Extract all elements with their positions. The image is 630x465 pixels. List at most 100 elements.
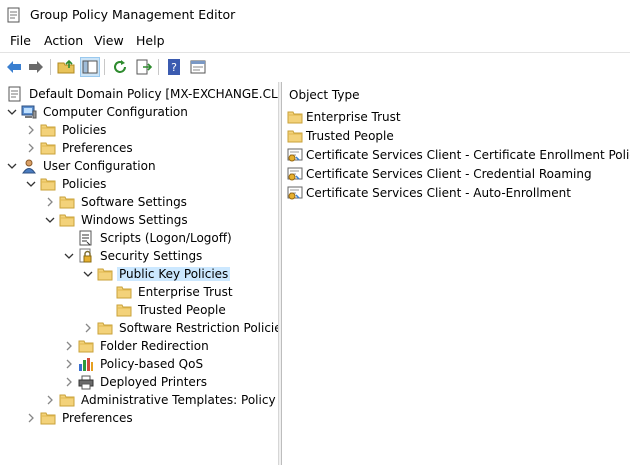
collapse-chevron-icon[interactable] <box>6 157 18 175</box>
tree-node-label: Preferences <box>62 141 133 155</box>
folder-icon <box>40 140 56 156</box>
tree-node-label: User Configuration <box>43 159 156 173</box>
collapse-chevron-icon[interactable] <box>82 265 94 283</box>
security-lock-icon <box>78 248 94 264</box>
details-pane: Object Type Enterprise Trust Trusted Peop… <box>282 82 630 465</box>
tree-node[interactable]: Preferences <box>25 139 278 157</box>
tree-node[interactable]: Enterprise Trust <box>101 283 278 301</box>
tree-node[interactable]: User Configuration <box>6 157 278 175</box>
tree-node-label: Deployed Printers <box>100 375 208 389</box>
expand-chevron-icon[interactable] <box>82 319 94 337</box>
script-icon <box>78 230 94 246</box>
tree-node[interactable]: Default Domain Policy [MX-EXCHANGE.CLICK… <box>0 85 278 103</box>
window-title: Group Policy Management Editor <box>30 7 236 22</box>
properties-icon[interactable] <box>188 57 208 77</box>
expand-chevron-icon[interactable] <box>63 337 75 355</box>
folder-icon <box>40 176 56 192</box>
menu-help[interactable]: Help <box>136 33 165 48</box>
tree-node-label: Policies <box>62 177 107 191</box>
help-icon[interactable]: ? <box>164 57 184 77</box>
expand-chevron-icon[interactable] <box>44 391 56 409</box>
tree-node[interactable]: Security Settings <box>63 247 278 265</box>
expand-chevron-icon[interactable] <box>63 355 75 373</box>
computer-icon <box>21 104 37 120</box>
folder-icon <box>59 194 75 210</box>
user-icon <box>21 158 37 174</box>
expand-chevron-icon[interactable] <box>44 193 56 211</box>
folder-icon <box>287 109 303 125</box>
forward-icon[interactable] <box>26 57 46 77</box>
tree-node-label: Security Settings <box>100 249 203 263</box>
collapse-chevron-icon[interactable] <box>63 247 75 265</box>
expand-chevron-icon[interactable] <box>25 139 37 157</box>
tree-node-label: Policy-based QoS <box>100 357 204 371</box>
expand-chevron-icon[interactable] <box>25 121 37 139</box>
tree-node-label: Scripts (Logon/Logoff) <box>100 231 232 245</box>
tree-node[interactable]: Software Settings <box>44 193 278 211</box>
console-tree[interactable]: Default Domain Policy [MX-EXCHANGE.CLICK… <box>0 82 279 465</box>
folder-icon <box>40 122 56 138</box>
collapse-chevron-icon[interactable] <box>44 211 56 229</box>
collapse-chevron-icon[interactable] <box>25 175 37 193</box>
list-item-label: Trusted People <box>306 129 394 143</box>
up-folder-icon[interactable] <box>56 57 76 77</box>
list-item-label: Certificate Services Client - Credential… <box>306 167 592 181</box>
folder-icon <box>116 302 132 318</box>
certificate-icon <box>287 147 303 163</box>
menu-view[interactable]: View <box>94 33 124 48</box>
collapse-chevron-icon[interactable] <box>6 103 18 121</box>
certificate-icon <box>287 185 303 201</box>
folder-icon <box>59 392 75 408</box>
tree-node[interactable]: Policy-based QoS <box>63 355 278 373</box>
tree-node[interactable]: Policies <box>25 121 278 139</box>
no-expander <box>63 229 75 247</box>
tree-node[interactable]: Folder Redirection <box>63 337 278 355</box>
printer-icon <box>78 374 94 390</box>
refresh-icon[interactable] <box>110 57 130 77</box>
folder-icon <box>287 128 303 144</box>
menu-bar: File Action View Help <box>0 30 630 52</box>
menu-file[interactable]: File <box>10 33 31 48</box>
tree-node-label: Public Key Policies <box>117 267 231 281</box>
list-item-label: Certificate Services Client - Auto-Enrol… <box>306 186 571 200</box>
tree-node[interactable]: Public Key Policies <box>82 265 278 283</box>
folder-icon <box>78 338 94 354</box>
export-list-icon[interactable] <box>134 57 154 77</box>
expand-chevron-icon[interactable] <box>25 409 37 427</box>
tree-node-label: Software Settings <box>81 195 187 209</box>
list-item-label: Certificate Services Client - Certificat… <box>306 148 630 162</box>
tree-node-label: Software Restriction Policies <box>119 321 279 335</box>
menu-action[interactable]: Action <box>44 33 83 48</box>
toolbar: ? <box>0 52 630 81</box>
tree-node[interactable]: Scripts (Logon/Logoff) <box>63 229 278 247</box>
show-hide-tree-icon[interactable] <box>80 57 100 77</box>
tree-node[interactable]: Computer Configuration <box>6 103 278 121</box>
tree-node-label: Enterprise Trust <box>138 285 233 299</box>
expand-chevron-icon[interactable] <box>63 373 75 391</box>
folder-icon <box>116 284 132 300</box>
tree-node-label: Default Domain Policy [MX-EXCHANGE.CLICK… <box>29 87 279 101</box>
certificate-icon <box>287 166 303 182</box>
tree-node[interactable]: Windows Settings <box>44 211 278 229</box>
tree-node-label: Preferences <box>62 411 133 425</box>
tree-node-label: Windows Settings <box>81 213 188 227</box>
folder-icon <box>40 410 56 426</box>
tree-node[interactable]: Preferences <box>25 409 278 427</box>
back-icon[interactable] <box>4 57 24 77</box>
tree-node[interactable]: Deployed Printers <box>63 373 278 391</box>
folder-icon <box>97 266 113 282</box>
tree-node[interactable]: Software Restriction Policies <box>82 319 278 337</box>
folder-icon <box>59 212 75 228</box>
tree-node[interactable]: Trusted People <box>101 301 278 319</box>
svg-text:?: ? <box>171 61 177 74</box>
qos-chart-icon <box>78 356 94 372</box>
tree-node-label: Trusted People <box>138 303 226 317</box>
no-expander <box>101 283 113 301</box>
policy-app-icon <box>7 7 21 23</box>
title-bar: Group Policy Management Editor <box>0 0 630 30</box>
tree-node-label: Computer Configuration <box>43 105 188 119</box>
list-item-label: Enterprise Trust <box>306 110 401 124</box>
tree-node[interactable]: Policies <box>25 175 278 193</box>
column-header-object-type[interactable]: Object Type <box>289 88 359 102</box>
tree-node[interactable]: Administrative Templates: Policy def <box>44 391 278 409</box>
